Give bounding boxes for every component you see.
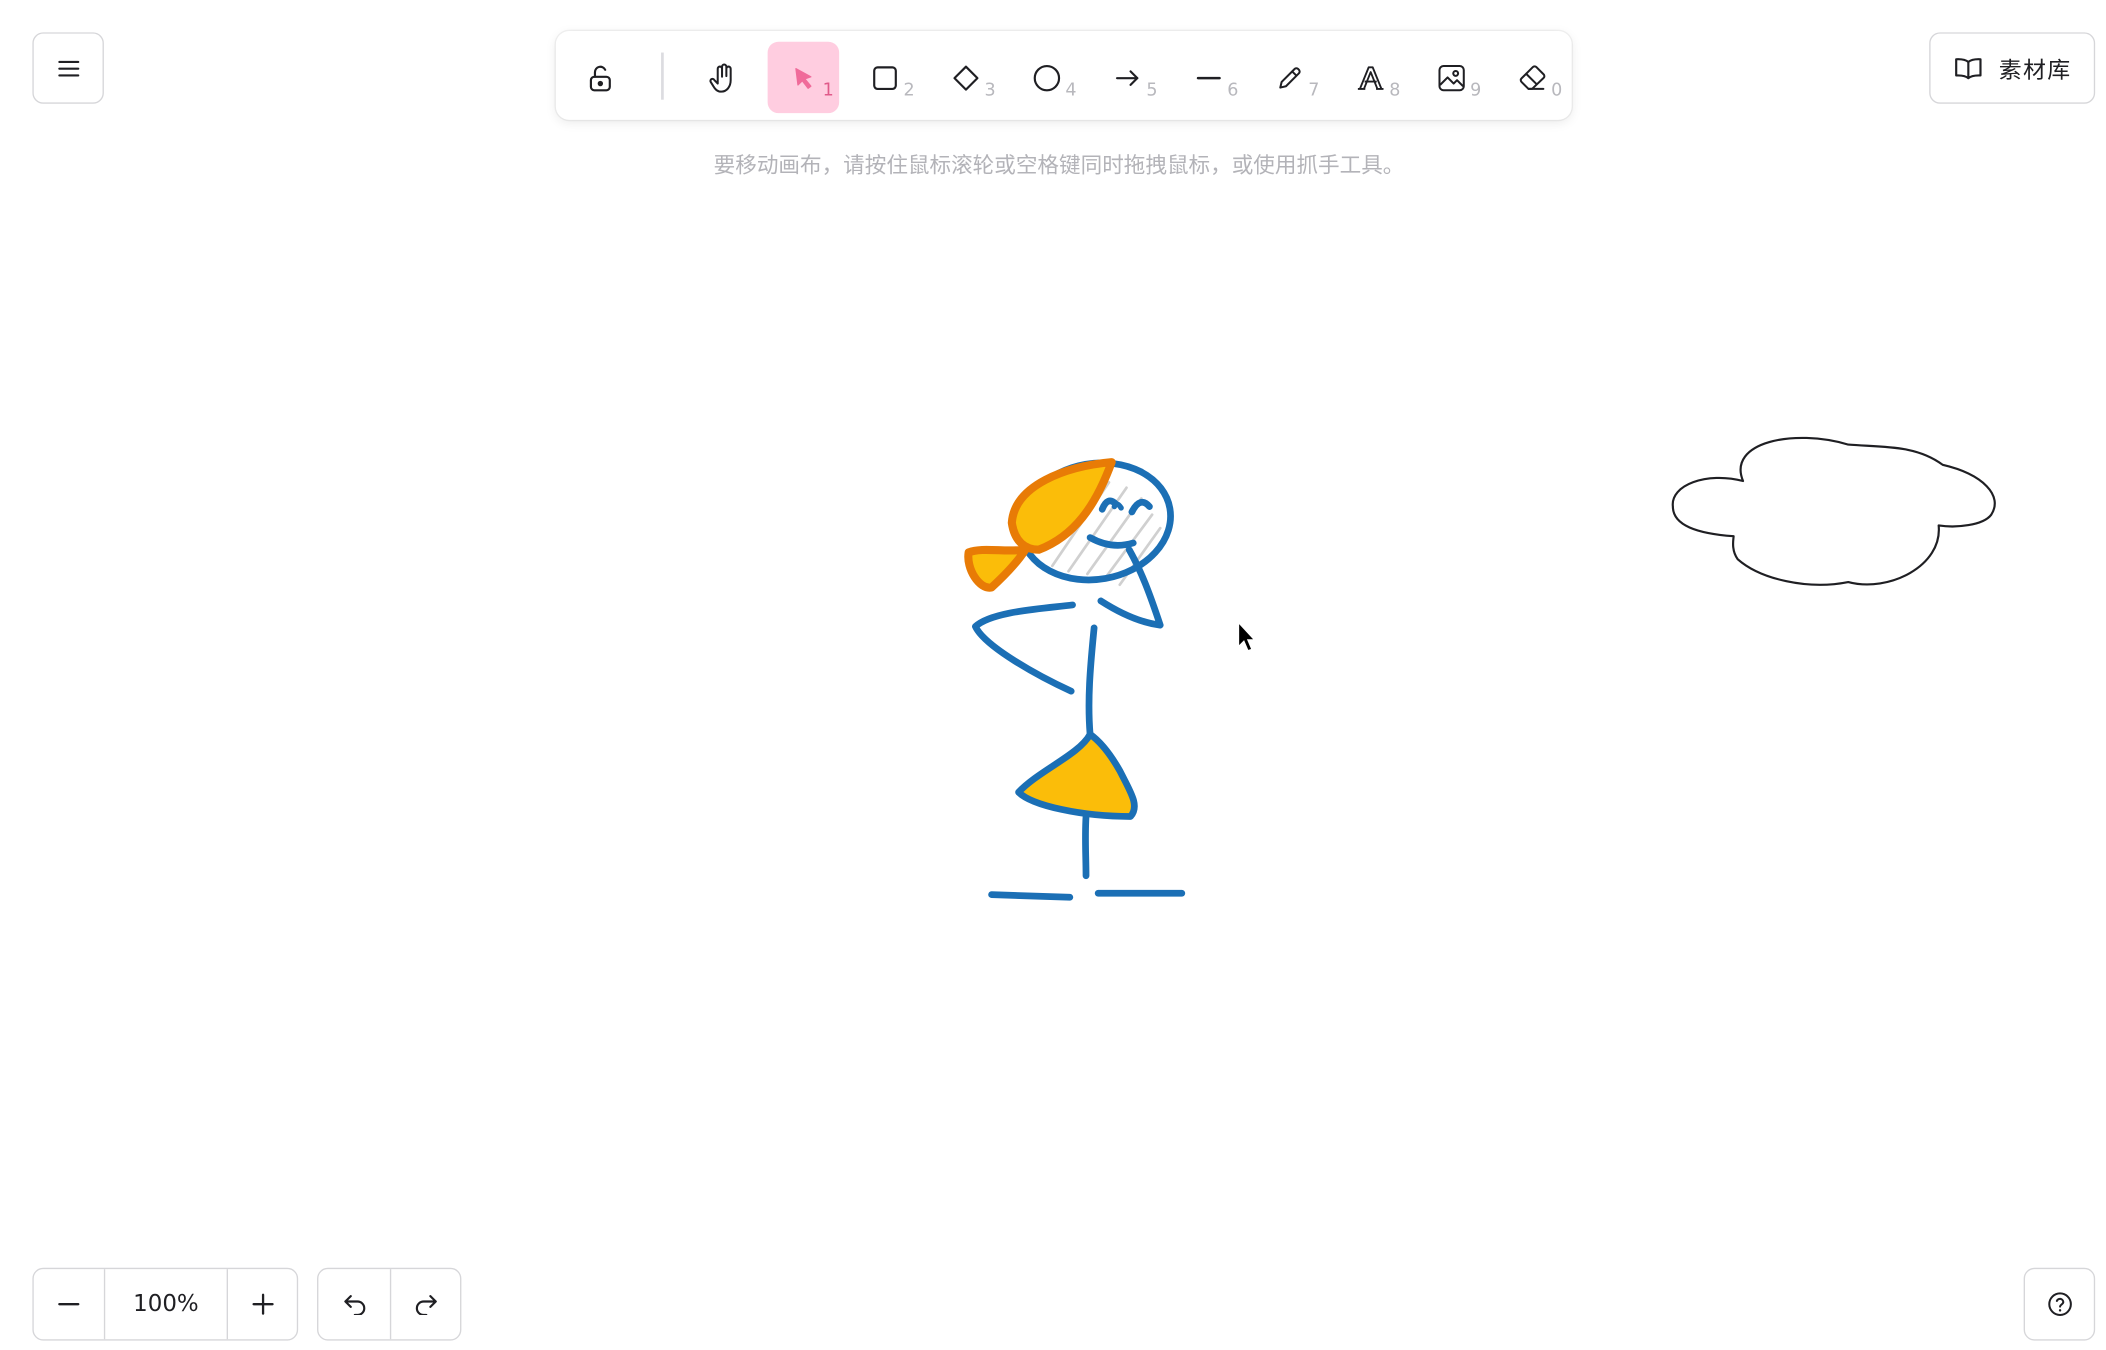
zoom-controls: 100% bbox=[32, 1267, 299, 1341]
zoom-level-display[interactable]: 100% bbox=[105, 1269, 228, 1340]
help-button[interactable] bbox=[2023, 1267, 2096, 1341]
plus-icon bbox=[251, 1293, 274, 1315]
mouse-cursor bbox=[1237, 620, 1257, 652]
redo-button[interactable] bbox=[391, 1269, 460, 1339]
history-controls bbox=[317, 1267, 462, 1341]
zoom-out-button[interactable] bbox=[34, 1269, 106, 1340]
undo-icon bbox=[342, 1293, 366, 1315]
zoom-in-button[interactable] bbox=[228, 1269, 297, 1339]
app-canvas[interactable]: 1 2 3 4 5 6 7 8 9 0 素材库 要移动画布，请按住鼠标滚轮或空格… bbox=[0, 0, 2106, 1350]
help-circle-icon bbox=[2046, 1291, 2073, 1318]
minus-icon bbox=[58, 1301, 80, 1306]
cloud-drawing[interactable] bbox=[1671, 436, 1996, 586]
undo-button[interactable] bbox=[318, 1269, 392, 1340]
redo-icon bbox=[413, 1293, 437, 1315]
stick-figure-drawing[interactable] bbox=[964, 451, 1186, 901]
drawing-layer bbox=[964, 436, 1996, 901]
